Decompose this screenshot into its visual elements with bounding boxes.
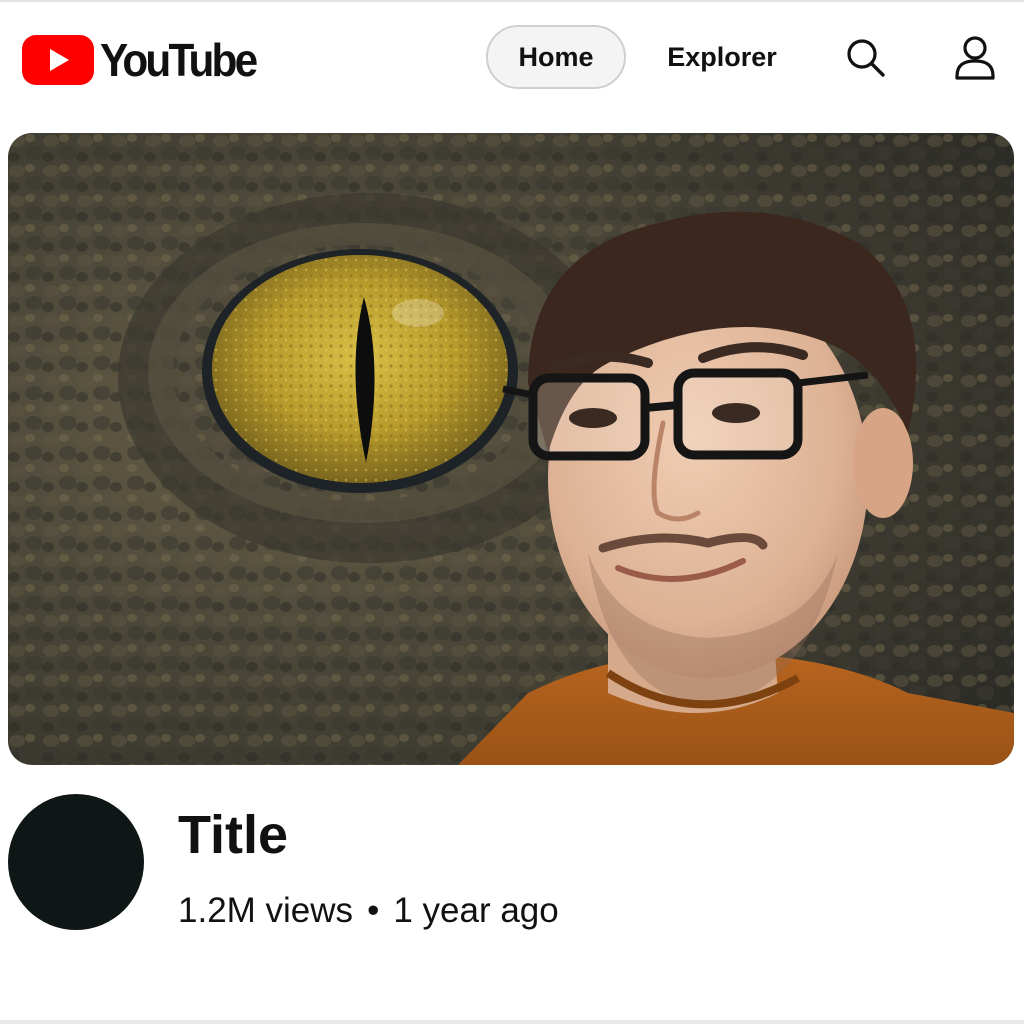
video-metadata: 1.2M views • 1 year ago [178, 890, 559, 932]
app-header: YouTube Home Explorer [0, 2, 1024, 110]
account-icon [955, 36, 995, 80]
meta-separator: • [367, 891, 380, 930]
youtube-logo[interactable]: YouTube [22, 34, 269, 86]
account-button[interactable] [951, 34, 999, 82]
play-icon [22, 35, 94, 85]
video-thumbnail[interactable] [8, 133, 1014, 765]
search-button[interactable] [842, 34, 890, 82]
logo-wordmark: YouTube [100, 34, 258, 86]
search-icon [847, 39, 885, 77]
nav-explorer-button[interactable]: Explorer [652, 25, 792, 89]
channel-avatar[interactable] [8, 794, 144, 930]
youtube-page: YouTube Home Explorer Title 1.2M views •… [0, 0, 1024, 1024]
upload-age: 1 year ago [393, 891, 559, 930]
video-title[interactable]: Title [178, 805, 288, 865]
view-count: 1.2M views [178, 891, 354, 930]
nav-home-button[interactable]: Home [486, 25, 626, 89]
bottom-divider [0, 1020, 1024, 1024]
